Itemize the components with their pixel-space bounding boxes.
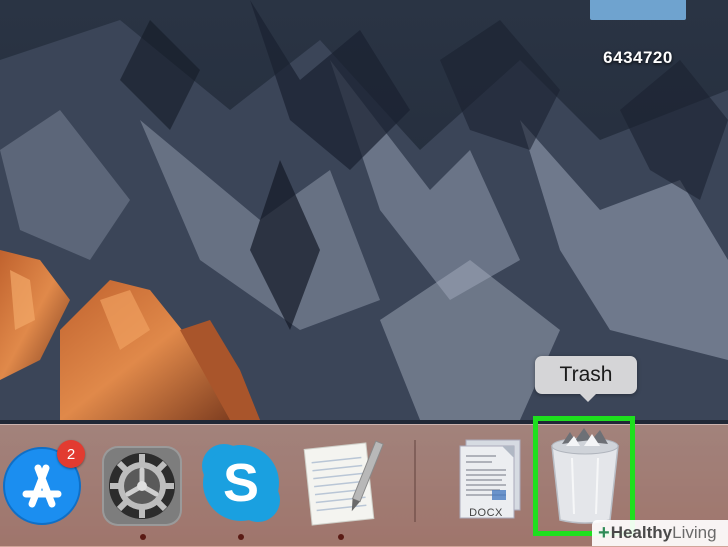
healthy-living-watermark: + Healthy Living <box>592 520 728 546</box>
running-indicator <box>140 534 146 540</box>
dock-item-textedit[interactable] <box>300 436 384 531</box>
dock-separator <box>414 440 416 522</box>
running-indicator <box>238 534 244 540</box>
dock-item-system-preferences[interactable] <box>100 444 184 533</box>
file-type-label: DOCX <box>469 507 503 519</box>
trash-tooltip: Trash <box>535 356 637 394</box>
trash-highlight-box <box>533 416 635 536</box>
textedit-icon <box>303 440 384 526</box>
watermark-text-living: Living <box>672 523 717 542</box>
desktop-file-label[interactable]: 6434720 <box>582 48 694 68</box>
svg-text:S: S <box>223 453 259 513</box>
desktop-file-icon[interactable] <box>590 0 686 20</box>
running-indicator <box>338 534 344 540</box>
watermark-plus: + <box>598 521 610 544</box>
watermark-text-healthy: Healthy <box>610 523 673 542</box>
tooltip-arrow <box>579 393 597 402</box>
gear-icon <box>102 446 182 526</box>
notification-badge: 2 <box>57 440 85 468</box>
skype-icon: S <box>202 444 280 522</box>
dock-item-skype[interactable]: S <box>196 438 286 533</box>
